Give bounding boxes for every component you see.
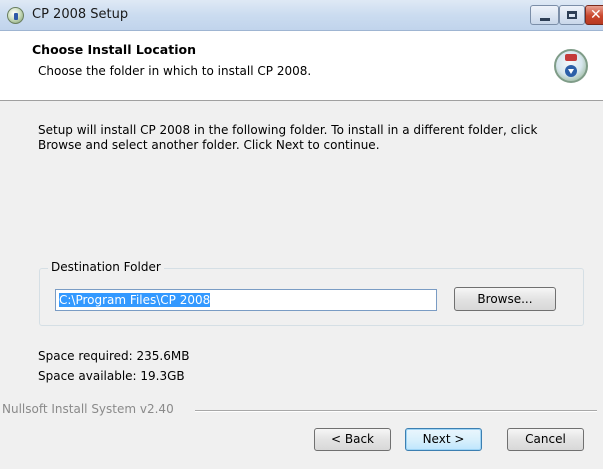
browse-button[interactable]: Browse... bbox=[454, 287, 556, 311]
page-title: Choose Install Location bbox=[32, 42, 196, 57]
cancel-button[interactable]: Cancel bbox=[507, 428, 584, 451]
page-header: Choose Install Location Choose the folde… bbox=[0, 31, 603, 101]
maximize-button[interactable] bbox=[559, 5, 585, 25]
download-arrow-icon bbox=[565, 65, 577, 77]
window-title: CP 2008 Setup bbox=[32, 7, 129, 22]
installer-disc-icon[interactable] bbox=[7, 7, 24, 24]
main-content: Setup will install CP 2008 in the follow… bbox=[0, 101, 603, 469]
nsis-branding-text: Nullsoft Install System v2.40 bbox=[2, 402, 174, 416]
destination-folder-input[interactable]: C:\Program Files\CP 2008 bbox=[55, 289, 437, 311]
instructions-text: Setup will install CP 2008 in the follow… bbox=[38, 123, 538, 152]
space-required-text: Space required: 235.6MB bbox=[38, 349, 190, 363]
next-button[interactable]: Next > bbox=[405, 428, 482, 451]
destination-folder-value: C:\Program Files\CP 2008 bbox=[59, 293, 211, 307]
disc-label-icon bbox=[565, 54, 577, 61]
destination-folder-label: Destination Folder bbox=[48, 260, 164, 274]
branding-divider bbox=[195, 410, 597, 412]
space-available-text: Space available: 19.3GB bbox=[38, 369, 185, 383]
minimize-button[interactable] bbox=[530, 5, 559, 25]
maximize-icon bbox=[567, 11, 577, 19]
close-button[interactable]: ✕ bbox=[585, 5, 603, 25]
back-button[interactable]: < Back bbox=[314, 428, 391, 451]
destination-folder-group: Destination Folder C:\Program Files\CP 2… bbox=[39, 260, 584, 326]
minimize-icon bbox=[540, 18, 550, 21]
title-bar[interactable]: CP 2008 Setup ✕ bbox=[0, 0, 603, 31]
close-icon: ✕ bbox=[590, 7, 602, 23]
install-disc-icon bbox=[554, 49, 588, 83]
page-subtitle: Choose the folder in which to install CP… bbox=[38, 64, 312, 78]
